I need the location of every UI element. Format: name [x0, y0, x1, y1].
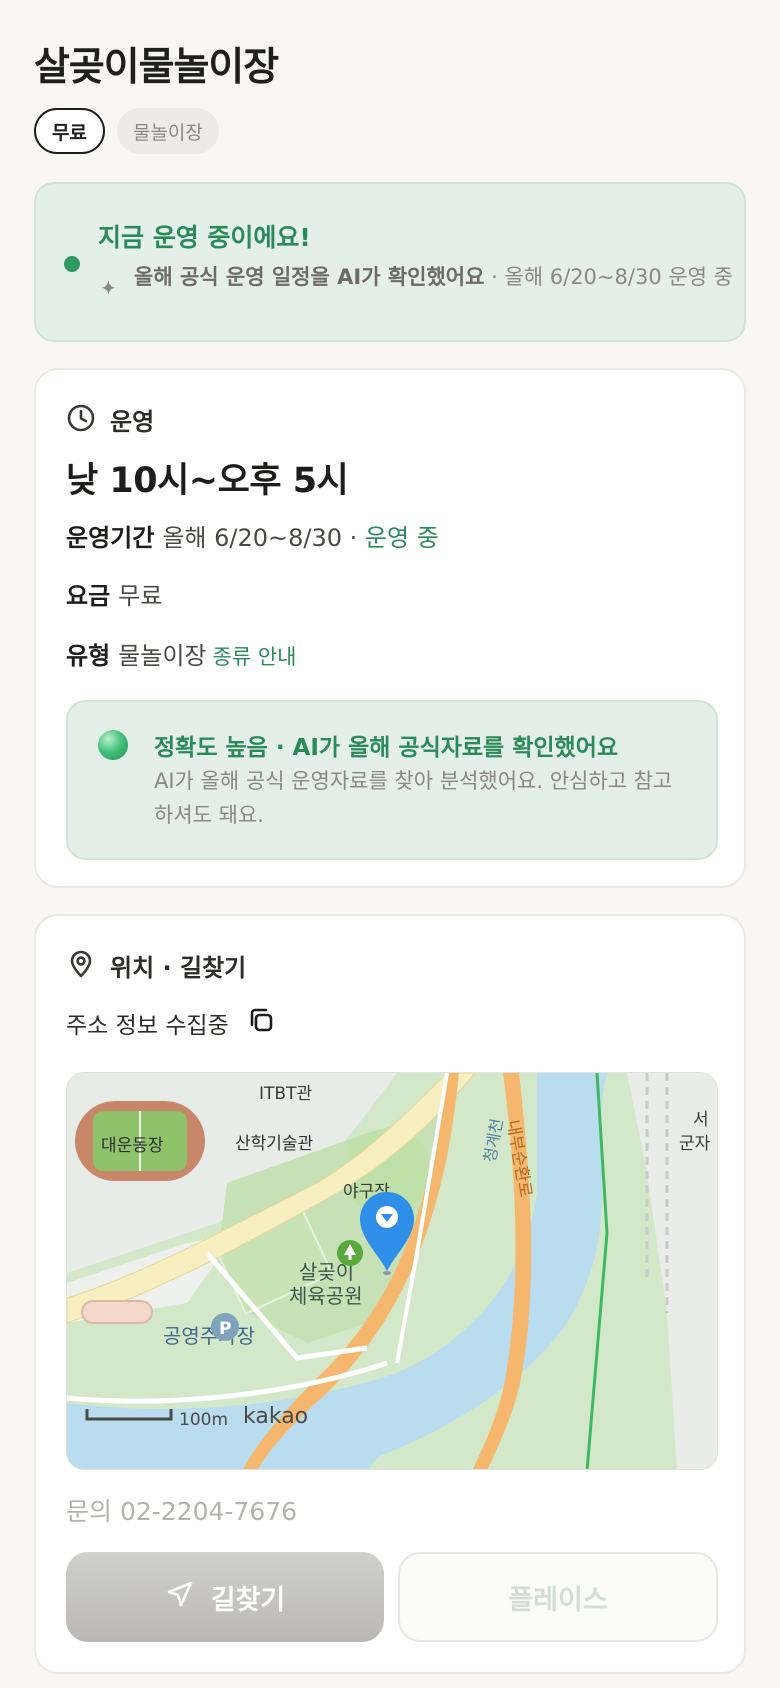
period-key: 운영기간: [66, 524, 155, 552]
type-row: 유형 물놀이장 종류 안내: [66, 636, 296, 671]
status-subtext-bold: 올해 공식 운영 일정을 AI가 확인했어요: [134, 265, 485, 289]
accuracy-title: 정확도 높음 · AI가 올해 공식자료를 확인했어요: [154, 735, 619, 761]
fee-row: 요금 무료: [66, 576, 162, 611]
period-status: 운영 중: [364, 524, 439, 552]
chip-category[interactable]: 물놀이장: [116, 108, 219, 154]
operation-section-label: 운영: [110, 408, 155, 436]
clock-icon: [66, 403, 96, 437]
type-guide-link[interactable]: 종류 안내: [213, 645, 297, 669]
address-row: 주소 정보 수집중: [66, 1006, 275, 1040]
status-dot: [64, 256, 80, 272]
type-key: 유형: [66, 642, 111, 670]
park-tree-icon: [337, 1240, 363, 1266]
period-row: 운영기간 올해 6/20~8/30 · 운영 중: [66, 518, 439, 553]
status-subtext-rest: · 올해 6/20~8/30 운영 중: [484, 265, 733, 289]
accuracy-notice: 정확도 높음 · AI가 올해 공식자료를 확인했어요 AI가 올해 공식 운영…: [66, 700, 718, 860]
place-detail-page: 살곶이물놀이장 무료 물놀이장 지금 운영 중이에요! ✦ 올해 공식 운영 일…: [0, 0, 780, 1688]
map-scale-label: 100m: [179, 1410, 228, 1430]
chip-fee[interactable]: 무료: [34, 108, 105, 154]
location-header: 위치 · 길찾기: [66, 948, 246, 983]
period-value: 올해 6/20~8/30 ·: [162, 524, 358, 552]
operating-hours: 낮 10시~오후 5시: [66, 461, 349, 501]
accuracy-description: AI가 올해 공식 운영자료를 찾아 분석했어요. 안심하고 참고하셔도 돼요.: [154, 769, 673, 827]
tag-chips: 무료 물놀이장: [34, 108, 219, 154]
place-button-label: 플레이스: [508, 1584, 608, 1616]
status-banner: 지금 운영 중이에요! ✦ 올해 공식 운영 일정을 AI가 확인했어요 · 올…: [34, 182, 746, 342]
page-title: 살곶이물놀이장: [34, 45, 279, 90]
place-button[interactable]: 플레이스: [398, 1552, 718, 1642]
map-label-hall: 산학기술관: [235, 1134, 313, 1154]
directions-button-label: 길찾기: [210, 1584, 286, 1616]
operation-card: 운영 낮 10시~오후 5시 운영기간 올해 6/20~8/30 · 운영 중 요…: [34, 368, 746, 888]
status-subtext: 올해 공식 운영 일정을 AI가 확인했어요 · 올해 6/20~8/30 운영…: [134, 262, 734, 292]
map-label-parking: 공영주차장: [163, 1324, 255, 1348]
fee-value: 무료: [118, 582, 163, 610]
address-text: 주소 정보 수집중: [66, 1013, 229, 1039]
map-label-gunja: 군자: [679, 1134, 711, 1154]
operation-header: 운영: [66, 402, 154, 437]
parking-icon: P: [211, 1313, 239, 1341]
map-label-itbt: ITBT관: [259, 1084, 312, 1104]
location-map[interactable]: ITBT관 대운동장 산학기술관 야구장 살곶이 체육공원 공영주차장 청계천 …: [66, 1072, 718, 1470]
map-brand-logo: kakao: [243, 1404, 308, 1429]
directions-button[interactable]: 길찾기: [66, 1552, 384, 1642]
map-label-park-2: 체육공원: [289, 1284, 363, 1308]
copy-icon[interactable]: [247, 1006, 275, 1040]
location-section-label: 위치 · 길찾기: [110, 954, 247, 982]
map-pin-icon: [66, 949, 96, 983]
status-headline: 지금 운영 중이에요!: [98, 223, 311, 252]
type-value: 물놀이장: [118, 642, 207, 670]
map-label-stadium: 대운동장: [101, 1136, 164, 1156]
location-card: 위치 · 길찾기 주소 정보 수집중 ITBT관 대운동장 산학기술관 야구장 …: [34, 914, 746, 1674]
parking-symbol: P: [219, 1319, 231, 1339]
navigation-arrow-icon: [165, 1579, 195, 1616]
accuracy-orb-icon: [98, 730, 128, 760]
contact-phone[interactable]: 문의 02-2204-7676: [66, 1492, 297, 1528]
fee-key: 요금: [66, 582, 111, 610]
map-label-seo: 서: [693, 1110, 709, 1130]
sparkle-icon: ✦: [100, 276, 117, 300]
